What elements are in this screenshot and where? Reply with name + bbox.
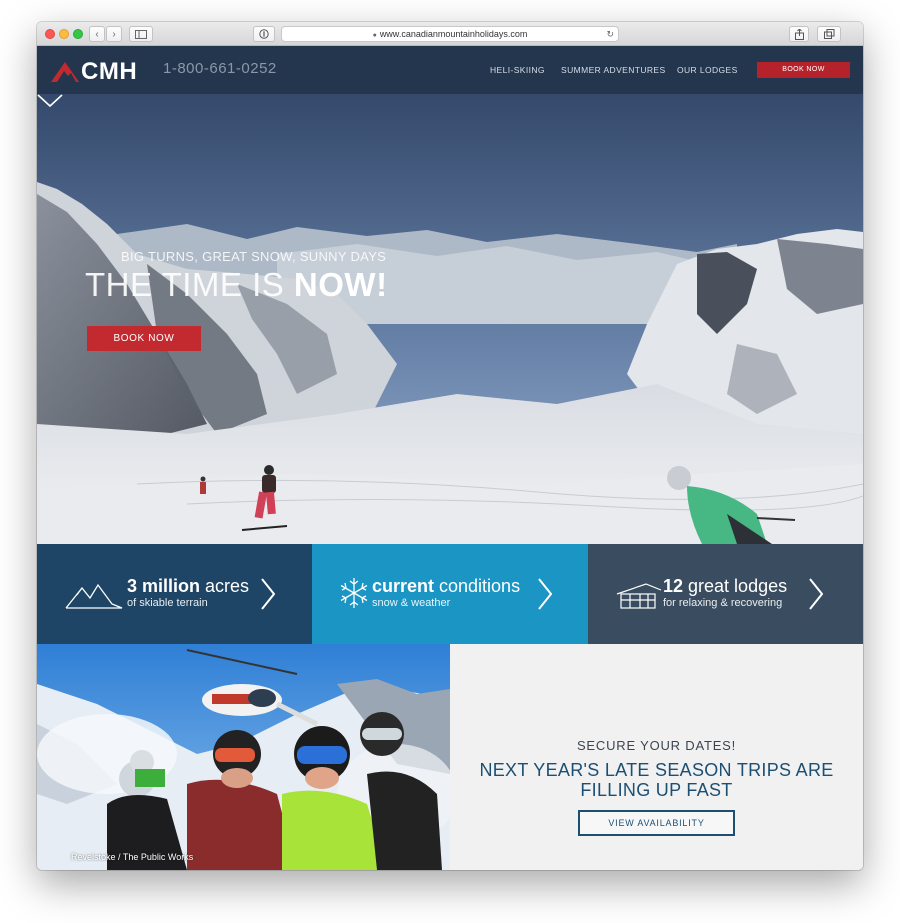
logo-text: CMH — [81, 58, 138, 85]
promo-panel: SECURE YOUR DATES! NEXT YEAR'S LATE SEAS… — [450, 644, 863, 870]
small-skier-figure — [200, 476, 206, 494]
promo-headline: NEXT YEAR'S LATE SEASON TRIPS ARE FILLIN… — [450, 760, 863, 800]
share-button[interactable] — [789, 26, 809, 42]
chevron-right-icon: › — [112, 28, 116, 40]
header-book-now-button[interactable]: BOOK NOW — [757, 62, 850, 78]
hero-title: THE TIME IS NOW! — [85, 266, 388, 304]
tile-lodges-rest: great lodges — [683, 576, 788, 596]
tile-conditions-rest: conditions — [434, 576, 521, 596]
browser-toolbar: ‹ › ● www.canadianmountainholidays.com ↻ — [37, 22, 863, 46]
tile-lodges-caption: for relaxing & recovering — [663, 597, 783, 609]
tile-lodges-heading: 12 great lodges — [663, 576, 787, 597]
chevron-right-icon — [261, 578, 275, 610]
promo-section: Revelstoke / The Public Works SECURE YOU… — [37, 644, 863, 870]
feature-tiles: 3 million acres of skiable terrain curre — [37, 544, 863, 644]
minimize-window-button[interactable] — [59, 29, 69, 39]
cmh-logo[interactable]: CMH — [51, 58, 137, 86]
view-availability-button[interactable]: VIEW AVAILABILITY — [578, 810, 735, 836]
info-icon — [259, 29, 269, 39]
tile-terrain-caption: of skiable terrain — [127, 597, 208, 609]
reader-button[interactable] — [253, 26, 275, 42]
share-icon — [794, 28, 804, 40]
tile-terrain-rest: acres — [200, 576, 250, 596]
address-bar[interactable]: ● www.canadianmountainholidays.com ↻ — [281, 26, 619, 42]
chevron-right-icon — [809, 578, 823, 610]
tile-lodges[interactable]: 12 great lodges for relaxing & recoverin… — [588, 544, 863, 644]
zoom-window-button[interactable] — [73, 29, 83, 39]
hero-title-light: THE TIME IS — [85, 266, 294, 303]
promo-kicker: SECURE YOUR DATES! — [576, 738, 737, 753]
chevron-left-icon: ‹ — [95, 28, 99, 40]
skiers-photo: Revelstoke / The Public Works — [37, 644, 450, 870]
tile-conditions-heading: current conditions — [372, 576, 520, 597]
mountains-icon — [65, 583, 123, 609]
sidebar-icon — [135, 29, 147, 39]
tile-terrain[interactable]: 3 million acres of skiable terrain — [37, 544, 312, 644]
hero-subtitle: BIG TURNS, GREAT SNOW, SUNNY DAYS — [121, 249, 387, 264]
forward-button[interactable]: › — [106, 26, 122, 42]
hero-mountain-image — [37, 94, 863, 544]
sidebar-button[interactable] — [129, 26, 153, 42]
tabs-icon — [823, 29, 834, 39]
skiers-helicopter-image — [37, 644, 450, 870]
promo-headline-line-2: FILLING UP FAST — [580, 780, 733, 800]
hero-book-now-button[interactable]: BOOK NOW — [87, 326, 201, 351]
lodge-icon — [616, 583, 662, 609]
phone-number[interactable]: 1-800-661-0252 — [163, 60, 277, 77]
tile-conditions-caption: snow & weather — [372, 597, 451, 609]
tile-conditions[interactable]: current conditions snow & weather — [312, 544, 588, 644]
nav-heli-skiing[interactable]: HELI-SKIING — [490, 65, 545, 75]
hero-title-bold: NOW! — [293, 266, 388, 303]
tile-conditions-bold: current — [372, 576, 435, 596]
nav-our-lodges[interactable]: OUR LODGES — [677, 65, 738, 75]
close-window-button[interactable] — [45, 29, 55, 39]
browser-window: ‹ › ● www.canadianmountainholidays.com ↻ … — [37, 22, 863, 870]
mountain-logo-icon — [51, 62, 79, 82]
lock-icon: ● — [372, 32, 377, 39]
snowflake-icon — [340, 578, 368, 608]
chevron-right-icon — [538, 578, 552, 610]
back-button[interactable]: ‹ — [89, 26, 105, 42]
tile-terrain-heading: 3 million acres — [127, 576, 249, 597]
tabs-overview-button[interactable] — [817, 26, 841, 42]
tile-terrain-bold: 3 million — [127, 576, 201, 596]
url-text: www.canadianmountainholidays.com — [379, 29, 528, 39]
hero-banner: BIG TURNS, GREAT SNOW, SUNNY DAYS THE TI… — [37, 94, 863, 544]
tile-lodges-bold: 12 — [663, 576, 684, 596]
promo-headline-line-1: NEXT YEAR'S LATE SEASON TRIPS ARE — [479, 760, 834, 780]
reload-icon[interactable]: ↻ — [606, 27, 614, 41]
photo-credit: Revelstoke / The Public Works — [71, 852, 194, 862]
site-header: CMH 1-800-661-0252 HELI-SKIING SUMMER AD… — [37, 46, 863, 94]
chevron-down-icon[interactable] — [37, 94, 63, 108]
nav-summer-adventures[interactable]: SUMMER ADVENTURES — [561, 65, 666, 75]
